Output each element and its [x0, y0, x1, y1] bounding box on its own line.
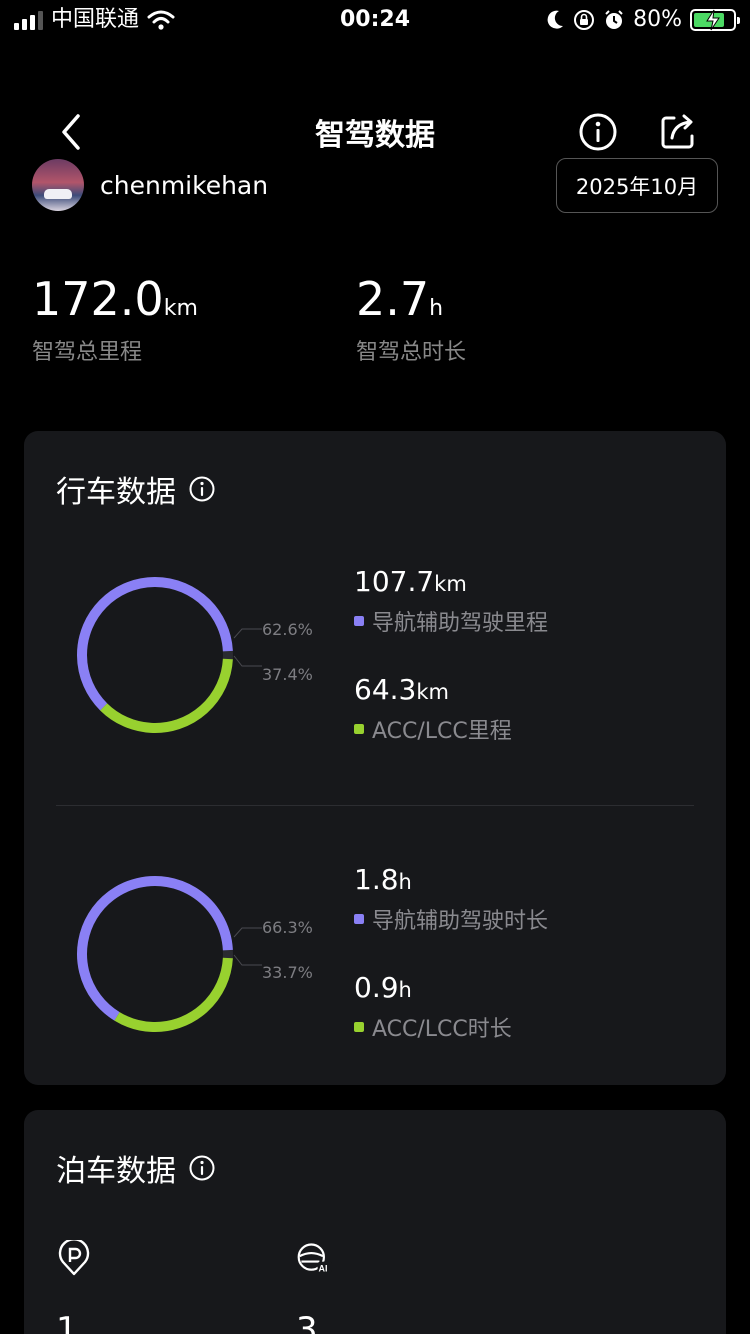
acc-duration-unit: h: [398, 978, 412, 1002]
parking-count-value: 1: [56, 1310, 78, 1334]
acc-distance-percent: 37.4%: [262, 665, 313, 684]
nav-duration-value: 1.8: [354, 863, 399, 896]
nav-duration-label: 导航辅助驾驶时长: [372, 909, 549, 934]
user-row: chenmikehan: [32, 158, 268, 212]
total-duration-unit: h: [429, 296, 444, 321]
divider: [56, 805, 694, 806]
nav-duration-percent: 66.3%: [262, 918, 313, 937]
total-duration-value: 2.7: [356, 272, 430, 326]
parking-pin-icon: [58, 1240, 90, 1276]
total-distance-value: 172.0: [32, 272, 164, 326]
moon-icon: [547, 10, 564, 29]
distance-leader-lines: [233, 628, 262, 667]
nav-distance-metric: 107.7km 导航辅助驾驶里程: [354, 565, 548, 637]
duration-leader-lines: [233, 927, 262, 966]
info-circle-icon[interactable]: [188, 1154, 216, 1182]
total-duration-stat: 2.7h 智驾总时长: [356, 274, 466, 366]
info-circle-icon[interactable]: [188, 475, 216, 503]
acc-distance-label: ACC/LCC里程: [372, 719, 512, 744]
nav-distance-unit: km: [434, 572, 467, 596]
charging-bolt-icon: [706, 9, 720, 31]
alarm-icon: [605, 10, 623, 29]
nav-duration-arc: [77, 876, 234, 1032]
ai-parking-count-value: 3: [296, 1310, 318, 1334]
total-duration-label: 智驾总时长: [356, 340, 467, 365]
acc-duration-value: 0.9: [354, 971, 399, 1004]
nav-legend-dot: [354, 616, 364, 626]
username: chenmikehan: [100, 170, 269, 200]
acc-duration-metric: 0.9h ACC/LCC时长: [354, 971, 512, 1043]
nav-legend-dot: [354, 914, 364, 924]
nav-duration-unit: h: [398, 870, 412, 894]
nav-distance-percent: 62.6%: [262, 620, 313, 639]
ai-steering-icon: AI: [297, 1243, 332, 1274]
info-circle-icon[interactable]: [578, 112, 618, 152]
orientation-lock-icon: [574, 10, 595, 30]
acc-legend-dot: [354, 724, 364, 734]
nav-bar: 智驾数据: [0, 100, 750, 164]
status-bar: 中国联通 00:24 80%: [0, 0, 750, 40]
date-selector-button[interactable]: 2025年10月: [556, 158, 718, 213]
total-distance-unit: km: [163, 296, 198, 321]
nav-duration-metric: 1.8h 导航辅助驾驶时长: [354, 863, 548, 935]
parking-data-card: 泊车数据 AI 1 3: [24, 1110, 726, 1334]
battery-icon: [690, 9, 740, 31]
avatar: [32, 159, 84, 211]
driving-data-card: 行车数据 62.6% 37.4% 107.7km 导航辅助驾驶里程 64.3km…: [24, 431, 726, 1085]
share-icon[interactable]: [658, 112, 698, 152]
nav-distance-arc: [77, 577, 233, 733]
parking-card-title: 泊车数据: [56, 1154, 176, 1189]
acc-duration-percent: 33.7%: [262, 963, 313, 982]
distance-donut-chart: [77, 577, 233, 733]
driving-card-title: 行车数据: [56, 475, 176, 510]
duration-donut-chart: [77, 876, 234, 1032]
nav-distance-label: 导航辅助驾驶里程: [372, 611, 549, 636]
acc-duration-label: ACC/LCC时长: [372, 1017, 512, 1042]
total-distance-label: 智驾总里程: [32, 340, 143, 365]
acc-distance-metric: 64.3km ACC/LCC里程: [354, 673, 512, 745]
page-title: 智驾数据: [315, 118, 435, 153]
nav-distance-value: 107.7: [354, 565, 435, 598]
acc-distance-unit: km: [416, 680, 449, 704]
battery-percent: 80%: [633, 7, 682, 32]
acc-legend-dot: [354, 1022, 364, 1032]
total-distance-stat: 172.0km 智驾总里程: [32, 274, 198, 366]
acc-distance-value: 64.3: [354, 673, 417, 706]
svg-text:AI: AI: [319, 1264, 328, 1274]
